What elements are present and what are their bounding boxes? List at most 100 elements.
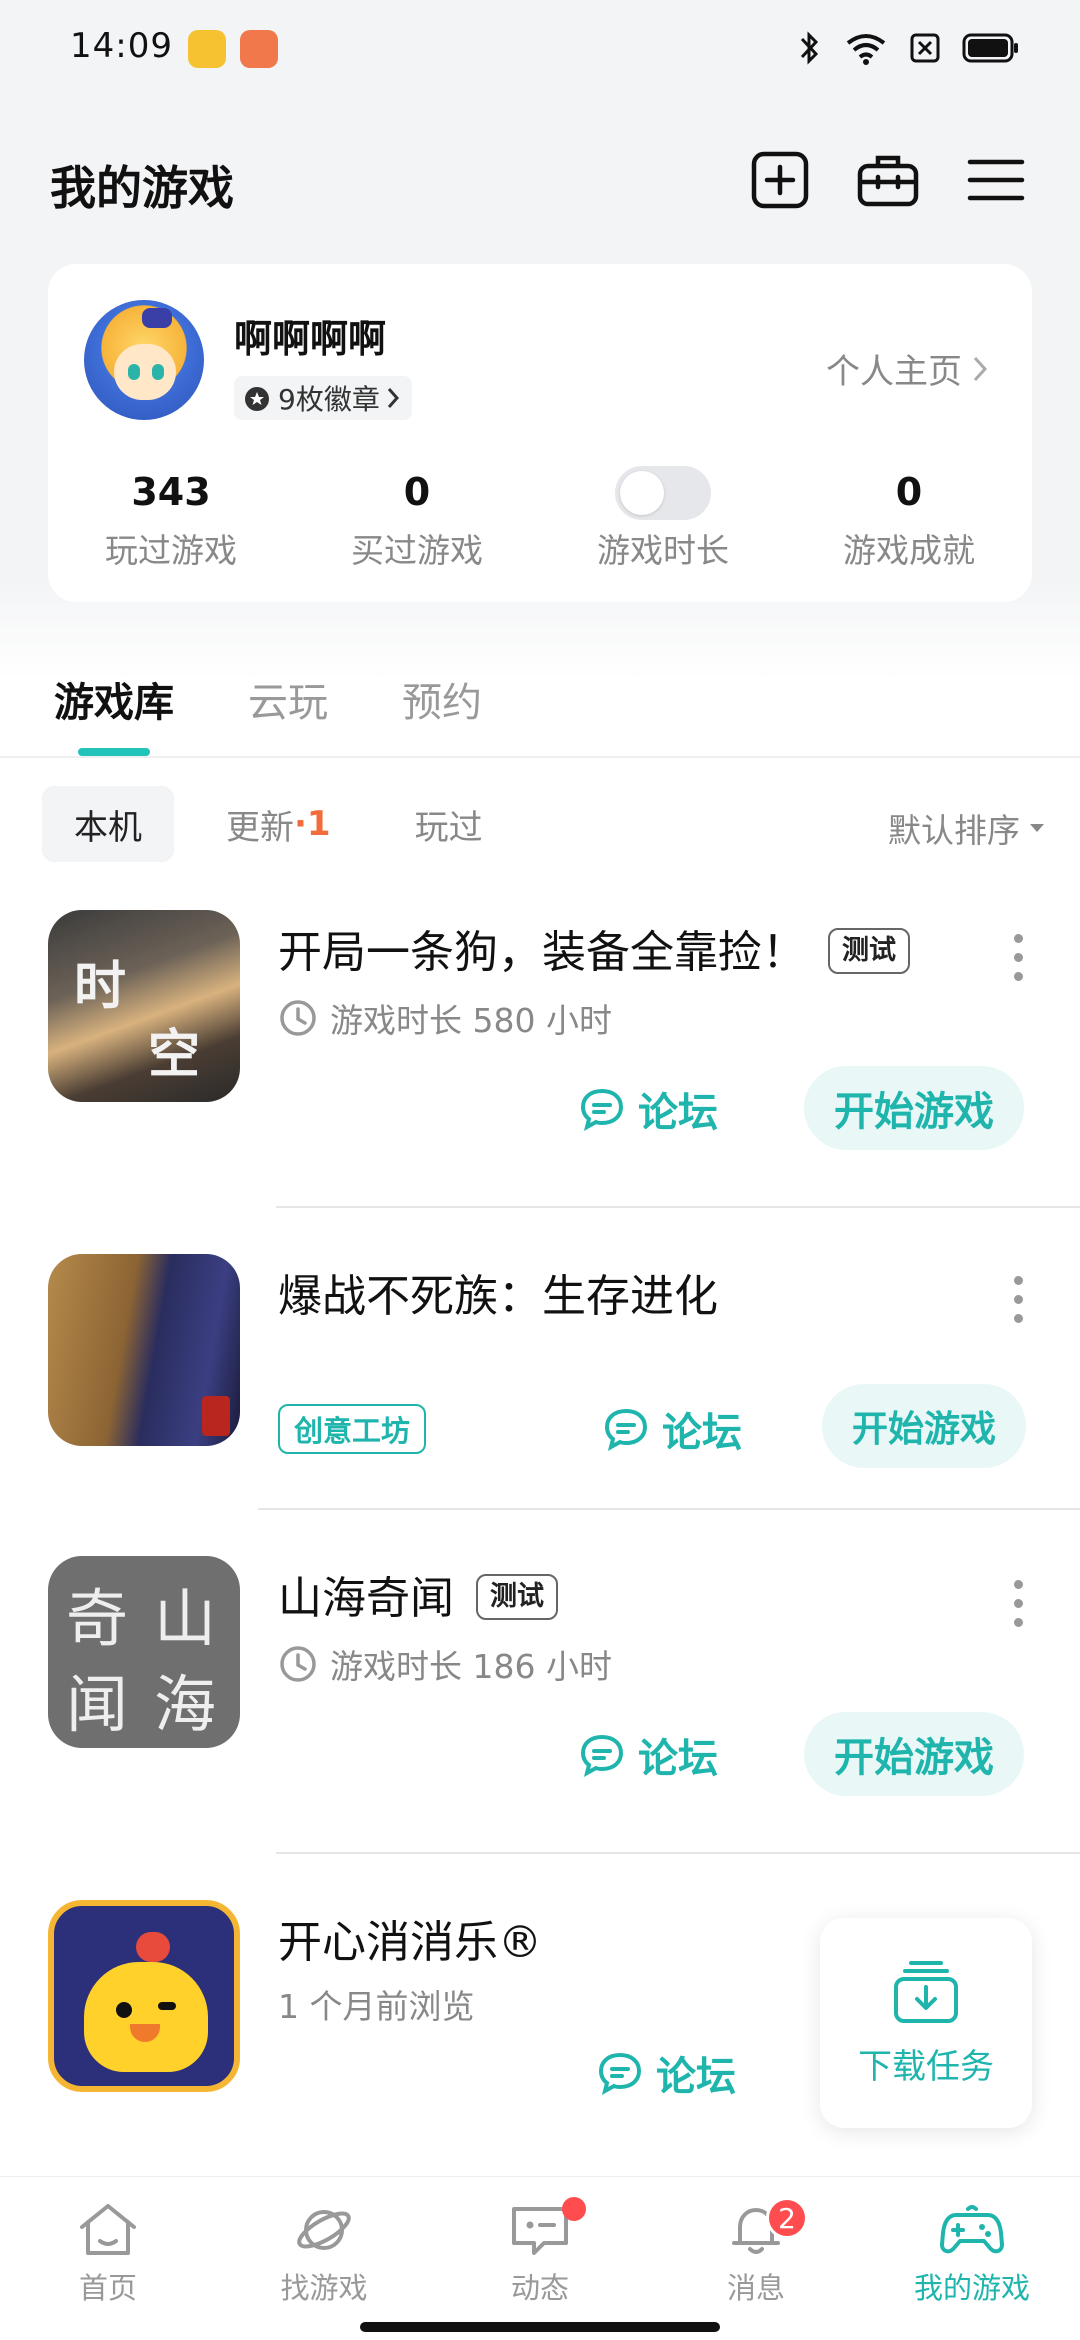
filter-local[interactable]: 本机 xyxy=(42,786,174,862)
download-tray-icon xyxy=(894,1960,958,2023)
game-title[interactable]: 爆战不死族：生存进化 xyxy=(278,1260,718,1324)
caret-down-icon xyxy=(1030,824,1044,832)
row-divider xyxy=(258,1508,1080,1510)
game-title-text: 山海奇闻 xyxy=(278,1573,454,1624)
forum-button[interactable]: 论坛 xyxy=(578,1726,718,1784)
notes-app-icon xyxy=(188,30,226,68)
last-browsed-info: 1 个月前浏览 xyxy=(278,1980,475,2028)
game-title[interactable]: 山海奇闻 测试 xyxy=(278,1562,558,1626)
start-game-button[interactable]: 开始游戏 xyxy=(804,1066,1024,1150)
more-options-button[interactable] xyxy=(1008,1276,1028,1323)
game-title[interactable]: 开心消消乐® xyxy=(278,1906,542,1970)
messages-badge: 2 xyxy=(766,2197,808,2239)
chevron-right-icon xyxy=(973,356,988,381)
forum-label: 论坛 xyxy=(638,1090,718,1136)
download-tasks-label: 下载任务 xyxy=(858,2046,994,2087)
plus-square-icon xyxy=(751,151,809,209)
tab-reservations[interactable]: 预约 xyxy=(402,670,482,728)
chat-bubble-icon xyxy=(598,2052,642,2095)
add-game-button[interactable] xyxy=(748,148,812,212)
game-title-text: 开局一条狗，装备全靠捡！ xyxy=(278,927,806,978)
game-title[interactable]: 开局一条狗，装备全靠捡！ 测试 xyxy=(278,916,910,980)
nav-my-games[interactable]: 我的游戏 xyxy=(864,2177,1080,2340)
nav-messages[interactable]: 2 消息 xyxy=(648,2177,864,2340)
stat-label: 游戏时长 xyxy=(597,531,729,570)
filter-update[interactable]: 更新 ·1 xyxy=(194,786,363,862)
menu-button[interactable] xyxy=(964,148,1028,212)
stat-label: 游戏成就 xyxy=(843,531,975,570)
sort-dropdown[interactable]: 默认排序 xyxy=(888,804,1046,852)
chevron-right-icon xyxy=(387,388,399,408)
last-browsed-text: 1 个月前浏览 xyxy=(278,1987,475,2026)
nav-find-games[interactable]: 找游戏 xyxy=(216,2177,432,2340)
bottom-nav: 首页 找游戏 动态 2 消息 我的游戏 xyxy=(0,2176,1080,2340)
chat-bubble-icon xyxy=(580,1734,624,1777)
filter-update-label: 更新 xyxy=(226,807,294,848)
tabs-divider xyxy=(0,756,1080,758)
tab-cloud-play[interactable]: 云玩 xyxy=(248,670,328,728)
status-time: 14:09 xyxy=(70,26,173,66)
gamepad-icon xyxy=(940,2205,1004,2254)
nav-feed[interactable]: 动态 xyxy=(432,2177,648,2340)
toolbox-button[interactable] xyxy=(856,148,920,212)
game-icon[interactable]: 时 空 xyxy=(48,910,240,1102)
stat-played[interactable]: 343 玩过游戏 xyxy=(48,464,294,572)
bluetooth-icon xyxy=(800,31,819,65)
stat-bought[interactable]: 0 买过游戏 xyxy=(294,464,540,572)
clock-icon xyxy=(280,1646,316,1682)
playtime-text: 游戏时长 580 小时 xyxy=(330,1001,612,1040)
nav-label: 动态 xyxy=(510,2271,569,2305)
forum-button[interactable]: 论坛 xyxy=(602,1400,742,1458)
game-icon[interactable] xyxy=(48,1254,240,1446)
workshop-tag[interactable]: 创意工坊 xyxy=(278,1404,427,1454)
game-row: 时 空 开局一条狗，装备全靠捡！ 测试 游戏时长 580 小时 论坛 开始游戏 xyxy=(0,910,1080,1210)
test-tag: 测试 xyxy=(476,1574,558,1620)
home-icon xyxy=(80,2204,136,2255)
personal-home-link[interactable]: 个人主页 xyxy=(826,344,988,393)
row-divider xyxy=(276,1206,1080,1208)
sort-label: 默认排序 xyxy=(888,811,1020,850)
icon-glyph: 时 xyxy=(74,957,127,1017)
stat-label: 玩过游戏 xyxy=(105,531,237,570)
filter-played[interactable]: 玩过 xyxy=(383,786,515,862)
game-row: 奇 山 闻 海 山海奇闻 测试 游戏时长 186 小时 论坛 开始游戏 xyxy=(0,1556,1080,1846)
tab-label: 游戏库 xyxy=(54,680,174,726)
app-notification-icon xyxy=(240,30,278,68)
playtime-text: 游戏时长 186 小时 xyxy=(330,1647,612,1686)
badge-chip[interactable]: 9枚徽章 xyxy=(234,376,412,420)
start-game-button[interactable]: 开始游戏 xyxy=(822,1384,1027,1468)
game-row: 爆战不死族：生存进化 创意工坊 论坛 开始游戏 xyxy=(0,1254,1080,1514)
game-icon[interactable] xyxy=(48,1900,240,2092)
playtime-toggle[interactable] xyxy=(615,466,711,520)
profile-card[interactable]: 啊啊啊啊 9枚徽章 个人主页 343 玩过游戏 0 买过游戏 游戏时长 0 游戏… xyxy=(48,264,1032,602)
nav-label: 找游戏 xyxy=(280,2271,368,2305)
clock-icon xyxy=(280,1000,316,1036)
stat-playtime[interactable]: 游戏时长 xyxy=(540,464,786,572)
toolbox-icon xyxy=(857,155,919,207)
avatar[interactable] xyxy=(84,300,204,420)
forum-button[interactable]: 论坛 xyxy=(596,2044,736,2102)
download-tasks-button[interactable]: 下载任务 xyxy=(820,1918,1032,2128)
icon-glyph: 闻 xyxy=(66,1668,129,1741)
nav-home[interactable]: 首页 xyxy=(0,2177,216,2340)
start-game-button[interactable]: 开始游戏 xyxy=(804,1712,1024,1796)
filter-bar: 本机 更新 ·1 玩过 xyxy=(42,786,535,862)
badge-count: 9枚徽章 xyxy=(278,383,380,416)
stat-value: 0 xyxy=(403,470,431,514)
sim-icon xyxy=(910,33,940,63)
more-options-button[interactable] xyxy=(1008,1580,1028,1627)
library-tabs: 游戏库 云玩 预约 xyxy=(54,670,482,756)
game-title-text: 爆战不死族：生存进化 xyxy=(278,1271,718,1322)
icon-glyph: 海 xyxy=(154,1668,217,1741)
stat-achievements[interactable]: 0 游戏成就 xyxy=(786,464,1032,572)
stat-value: 343 xyxy=(131,470,211,514)
tab-game-library[interactable]: 游戏库 xyxy=(54,670,174,756)
forum-button[interactable]: 论坛 xyxy=(578,1080,718,1138)
stats-row: 343 玩过游戏 0 买过游戏 游戏时长 0 游戏成就 xyxy=(48,464,1032,572)
more-options-button[interactable] xyxy=(1008,934,1028,981)
game-icon[interactable]: 奇 山 闻 海 xyxy=(48,1556,240,1748)
nav-label: 我的游戏 xyxy=(913,2271,1030,2305)
icon-glyph: 空 xyxy=(148,1025,201,1085)
planet-icon xyxy=(297,2210,351,2250)
chat-bubble-icon xyxy=(580,1088,624,1131)
